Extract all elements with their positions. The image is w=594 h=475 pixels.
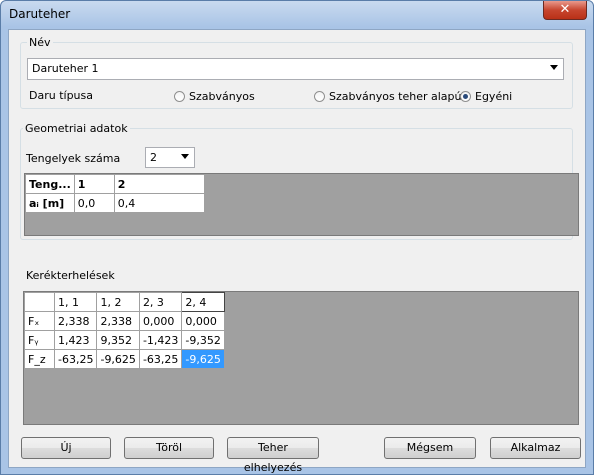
wheel-loads-table: 1, 1 1, 2 2, 3 2, 4 Fₓ 2,338 2,338 0,000… (24, 292, 225, 369)
wheel-cell[interactable]: 2,338 (96, 311, 140, 331)
new-button[interactable]: Új (21, 437, 111, 459)
radio-egyeni[interactable]: Egyéni (460, 90, 512, 103)
radio-szabvanyos[interactable]: Szabványos (174, 90, 255, 103)
name-label: Név (27, 36, 53, 49)
radio-szabvanyos-indicator (174, 91, 185, 102)
wheel-corner-cell (24, 292, 55, 312)
table-row: Teng... 1 2 (25, 174, 205, 194)
wheel-cell[interactable]: -1,423 (138, 330, 183, 350)
geometry-row-header[interactable]: aᵢ [m] (25, 193, 75, 213)
chevron-down-icon (550, 65, 558, 70)
crane-type-label: Daru típusa (29, 89, 93, 102)
geometry-header-cell[interactable]: Teng... (25, 174, 75, 194)
radio-egyeni-label: Egyéni (475, 90, 513, 103)
wheel-cell[interactable]: -63,25 (138, 349, 183, 369)
radio-szabvanyos-teher-alapu[interactable]: Szabványos teher alapú (314, 90, 462, 103)
axes-count-value: 2 (150, 151, 157, 164)
wheel-loads-title: Kerékterhelések (26, 269, 115, 282)
table-row: Fᵧ 1,423 9,352 -1,423 -9,352 (24, 330, 225, 350)
table-row: aᵢ [m] 0,0 0,4 (25, 193, 205, 213)
cancel-button[interactable]: Mégsem (384, 437, 476, 459)
close-icon: ✕ (559, 2, 571, 17)
wheel-cell[interactable]: 0,000 (138, 311, 183, 331)
axes-count-combo[interactable]: 2 (145, 147, 195, 168)
geometry-cell[interactable]: 0,4 (113, 193, 205, 213)
geometry-grid: Teng... 1 2 aᵢ [m] 0,0 0,4 (24, 173, 579, 236)
table-row: F_z -63,25 -9,625 -63,25 -9,625 (24, 349, 225, 369)
geometry-cell[interactable]: 0,0 (73, 193, 115, 213)
wheel-row-header[interactable]: Fᵧ (24, 330, 55, 350)
name-combo[interactable]: Daruteher 1 (27, 58, 564, 80)
wheel-header-cell[interactable]: 2, 4 (181, 292, 225, 312)
wheel-cell-selected[interactable]: -9,625 (181, 349, 225, 369)
place-load-button[interactable]: Teher elhelyezés (227, 437, 319, 474)
wheel-cell[interactable]: 9,352 (96, 330, 140, 350)
window-title: Daruteher (9, 7, 71, 21)
radio-szabvanyos-label: Szabványos (189, 90, 255, 103)
close-button[interactable]: ✕ (543, 1, 587, 20)
wheel-row-header[interactable]: F_z (24, 349, 55, 369)
title-bar[interactable]: Daruteher ✕ (1, 1, 593, 27)
radio-szabvanyos-teher-alapu-label: Szabványos teher alapú (329, 90, 462, 103)
geometry-group: Geometriai adatok Tengelyek száma 2 Teng… (20, 122, 579, 240)
wheel-header-cell[interactable]: 2, 3 (138, 292, 183, 312)
wheel-row-header[interactable]: Fₓ (24, 311, 55, 331)
wheel-cell[interactable]: 1,423 (53, 330, 98, 350)
table-row: 1, 1 1, 2 2, 3 2, 4 (24, 292, 225, 312)
radio-szabvanyos-teher-alapu-indicator (314, 91, 325, 102)
geometry-title: Geometriai adatok (23, 122, 130, 135)
dialog-client: Név Daruteher 1 Daru típusa Szabványos S… (8, 29, 586, 474)
daruteher-window: Daruteher ✕ Név Daruteher 1 Daru típusa … (0, 0, 594, 475)
wheel-loads-grid: 1, 1 1, 2 2, 3 2, 4 Fₓ 2,338 2,338 0,000… (23, 291, 579, 425)
apply-button[interactable]: Alkalmaz (490, 437, 581, 459)
geometry-header-cell[interactable]: 2 (113, 174, 205, 194)
axes-count-label: Tengelyek száma (26, 152, 121, 165)
name-group: Név Daruteher 1 Daru típusa Szabványos S… (20, 36, 573, 109)
wheel-cell[interactable]: -9,352 (181, 330, 225, 350)
name-combo-value: Daruteher 1 (32, 62, 99, 75)
chevron-down-icon (181, 154, 189, 159)
radio-egyeni-indicator (460, 91, 471, 102)
delete-button[interactable]: Töröl (124, 437, 214, 459)
wheel-cell[interactable]: -9,625 (96, 349, 140, 369)
wheel-header-cell[interactable]: 1, 1 (53, 292, 98, 312)
geometry-table: Teng... 1 2 aᵢ [m] 0,0 0,4 (25, 174, 205, 213)
geometry-header-cell[interactable]: 1 (73, 174, 115, 194)
wheel-cell[interactable]: 2,338 (53, 311, 98, 331)
wheel-cell[interactable]: 0,000 (181, 311, 225, 331)
wheel-cell[interactable]: -63,25 (53, 349, 98, 369)
table-row: Fₓ 2,338 2,338 0,000 0,000 (24, 311, 225, 331)
wheel-header-cell[interactable]: 1, 2 (96, 292, 140, 312)
